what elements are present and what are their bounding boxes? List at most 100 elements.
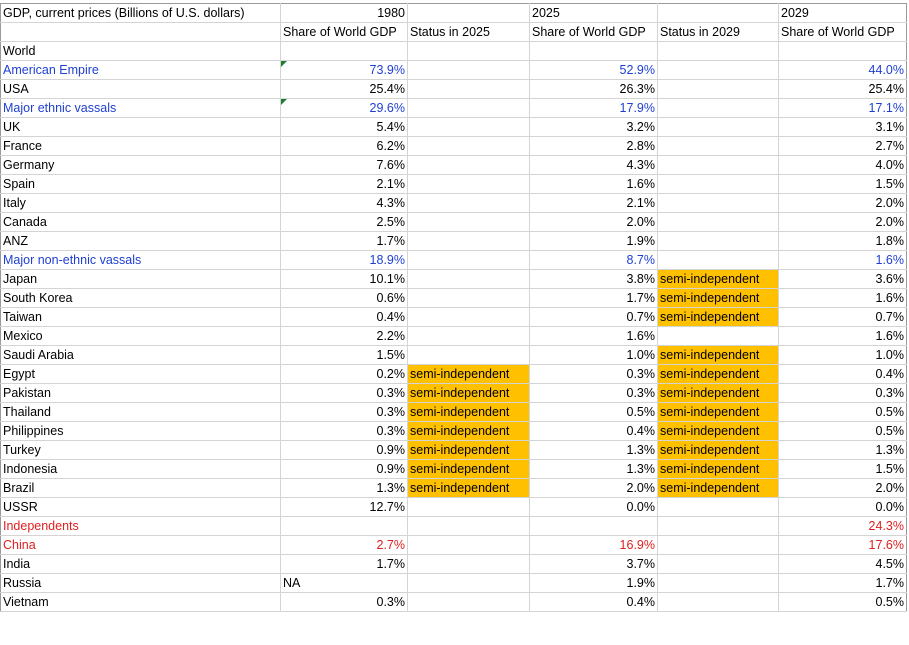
share-1980-cell[interactable]: 0.3% bbox=[280, 421, 408, 441]
status-2029-cell[interactable]: semi-independent bbox=[657, 269, 779, 289]
share-2025-cell[interactable]: 2.8% bbox=[529, 136, 658, 156]
share-1980-cell[interactable]: 25.4% bbox=[280, 79, 408, 99]
share-1980-cell[interactable]: 12.7% bbox=[280, 497, 408, 517]
status-2029-cell[interactable] bbox=[657, 41, 779, 61]
share-2029-cell[interactable]: 25.4% bbox=[778, 79, 907, 99]
country-name-cell[interactable]: Vietnam bbox=[0, 592, 281, 612]
share-2029-cell[interactable]: 1.6% bbox=[778, 326, 907, 346]
share-2025-cell[interactable]: 1.0% bbox=[529, 345, 658, 365]
share-1980-cell[interactable]: 0.3% bbox=[280, 592, 408, 612]
col-share-1980-cell[interactable]: Share of World GDP bbox=[280, 22, 408, 42]
share-2029-cell[interactable]: 17.6% bbox=[778, 535, 907, 555]
status-2029-cell[interactable] bbox=[657, 573, 779, 593]
status-2025-cell[interactable] bbox=[407, 535, 530, 555]
status-2025-cell[interactable] bbox=[407, 136, 530, 156]
status-2029-cell[interactable]: semi-independent bbox=[657, 421, 779, 441]
share-1980-cell[interactable]: 2.5% bbox=[280, 212, 408, 232]
status-2029-cell[interactable]: semi-independent bbox=[657, 307, 779, 327]
share-2029-cell[interactable]: 4.0% bbox=[778, 155, 907, 175]
country-name-cell[interactable]: Major ethnic vassals bbox=[0, 98, 281, 118]
status-2025-cell[interactable] bbox=[407, 117, 530, 137]
status-2025-cell[interactable]: semi-independent bbox=[407, 383, 530, 403]
status-2025-cell[interactable] bbox=[407, 79, 530, 99]
country-name-cell[interactable]: Taiwan bbox=[0, 307, 281, 327]
country-name-cell[interactable]: Independents bbox=[0, 516, 281, 536]
country-name-cell[interactable]: USA bbox=[0, 79, 281, 99]
country-name-cell[interactable]: Pakistan bbox=[0, 383, 281, 403]
share-1980-cell[interactable]: NA bbox=[280, 573, 408, 593]
status-2029-cell[interactable] bbox=[657, 155, 779, 175]
status-2029-cell[interactable] bbox=[657, 497, 779, 517]
share-1980-cell[interactable]: 5.4% bbox=[280, 117, 408, 137]
status-2029-cell[interactable] bbox=[657, 250, 779, 270]
status-2029-cell[interactable] bbox=[657, 98, 779, 118]
share-1980-cell[interactable] bbox=[280, 516, 408, 536]
share-1980-cell[interactable]: 73.9% bbox=[280, 60, 408, 80]
status-2025-cell[interactable]: semi-independent bbox=[407, 402, 530, 422]
status-2029-cell[interactable] bbox=[657, 516, 779, 536]
status-2029-cell[interactable] bbox=[657, 231, 779, 251]
country-name-cell[interactable]: USSR bbox=[0, 497, 281, 517]
share-2029-cell[interactable]: 0.5% bbox=[778, 421, 907, 441]
share-2025-cell[interactable]: 16.9% bbox=[529, 535, 658, 555]
share-2025-cell[interactable]: 1.6% bbox=[529, 326, 658, 346]
share-2025-cell[interactable]: 1.3% bbox=[529, 440, 658, 460]
share-2029-cell[interactable]: 0.5% bbox=[778, 402, 907, 422]
status-2029-cell[interactable]: semi-independent bbox=[657, 402, 779, 422]
status-2029-cell[interactable]: semi-independent bbox=[657, 478, 779, 498]
country-name-cell[interactable]: Turkey bbox=[0, 440, 281, 460]
year-2025-blank-cell[interactable] bbox=[407, 3, 530, 23]
share-1980-cell[interactable]: 2.1% bbox=[280, 174, 408, 194]
share-1980-cell[interactable]: 4.3% bbox=[280, 193, 408, 213]
share-2029-cell[interactable]: 1.6% bbox=[778, 250, 907, 270]
status-2029-cell[interactable] bbox=[657, 554, 779, 574]
country-name-cell[interactable]: Spain bbox=[0, 174, 281, 194]
share-2029-cell[interactable] bbox=[778, 41, 907, 61]
status-2025-cell[interactable] bbox=[407, 212, 530, 232]
share-2025-cell[interactable]: 3.7% bbox=[529, 554, 658, 574]
country-name-cell[interactable]: Mexico bbox=[0, 326, 281, 346]
status-2029-cell[interactable]: semi-independent bbox=[657, 288, 779, 308]
share-1980-cell[interactable]: 0.2% bbox=[280, 364, 408, 384]
status-2029-cell[interactable]: semi-independent bbox=[657, 459, 779, 479]
share-2029-cell[interactable]: 0.5% bbox=[778, 592, 907, 612]
share-1980-cell[interactable]: 1.7% bbox=[280, 231, 408, 251]
share-2025-cell[interactable]: 1.7% bbox=[529, 288, 658, 308]
status-2025-cell[interactable]: semi-independent bbox=[407, 364, 530, 384]
share-1980-cell[interactable]: 18.9% bbox=[280, 250, 408, 270]
share-1980-cell[interactable]: 2.7% bbox=[280, 535, 408, 555]
col-share-2025-cell[interactable]: Share of World GDP bbox=[529, 22, 658, 42]
share-2025-cell[interactable]: 4.3% bbox=[529, 155, 658, 175]
status-2025-cell[interactable] bbox=[407, 326, 530, 346]
country-name-cell[interactable]: Brazil bbox=[0, 478, 281, 498]
country-name-cell[interactable]: Japan bbox=[0, 269, 281, 289]
share-2025-cell[interactable]: 0.0% bbox=[529, 497, 658, 517]
share-2025-cell[interactable]: 3.2% bbox=[529, 117, 658, 137]
country-name-cell[interactable]: Canada bbox=[0, 212, 281, 232]
country-name-cell[interactable]: Major non-ethnic vassals bbox=[0, 250, 281, 270]
share-2025-cell[interactable]: 0.4% bbox=[529, 421, 658, 441]
share-2025-cell[interactable] bbox=[529, 41, 658, 61]
header-blank-cell[interactable] bbox=[0, 22, 281, 42]
share-1980-cell[interactable]: 7.6% bbox=[280, 155, 408, 175]
status-2029-cell[interactable] bbox=[657, 326, 779, 346]
status-2025-cell[interactable] bbox=[407, 516, 530, 536]
country-name-cell[interactable]: UK bbox=[0, 117, 281, 137]
status-2029-cell[interactable] bbox=[657, 136, 779, 156]
country-name-cell[interactable]: India bbox=[0, 554, 281, 574]
share-1980-cell[interactable]: 0.3% bbox=[280, 402, 408, 422]
share-2029-cell[interactable]: 1.8% bbox=[778, 231, 907, 251]
share-1980-cell[interactable]: 2.2% bbox=[280, 326, 408, 346]
share-2029-cell[interactable]: 2.7% bbox=[778, 136, 907, 156]
share-1980-cell[interactable]: 0.3% bbox=[280, 383, 408, 403]
country-name-cell[interactable]: Italy bbox=[0, 193, 281, 213]
share-2029-cell[interactable]: 0.4% bbox=[778, 364, 907, 384]
status-2025-cell[interactable] bbox=[407, 193, 530, 213]
status-2025-cell[interactable] bbox=[407, 592, 530, 612]
status-2029-cell[interactable]: semi-independent bbox=[657, 440, 779, 460]
status-2025-cell[interactable]: semi-independent bbox=[407, 459, 530, 479]
status-2025-cell[interactable]: semi-independent bbox=[407, 478, 530, 498]
status-2029-cell[interactable] bbox=[657, 193, 779, 213]
year-2029-blank-cell[interactable] bbox=[657, 3, 779, 23]
status-2025-cell[interactable] bbox=[407, 573, 530, 593]
